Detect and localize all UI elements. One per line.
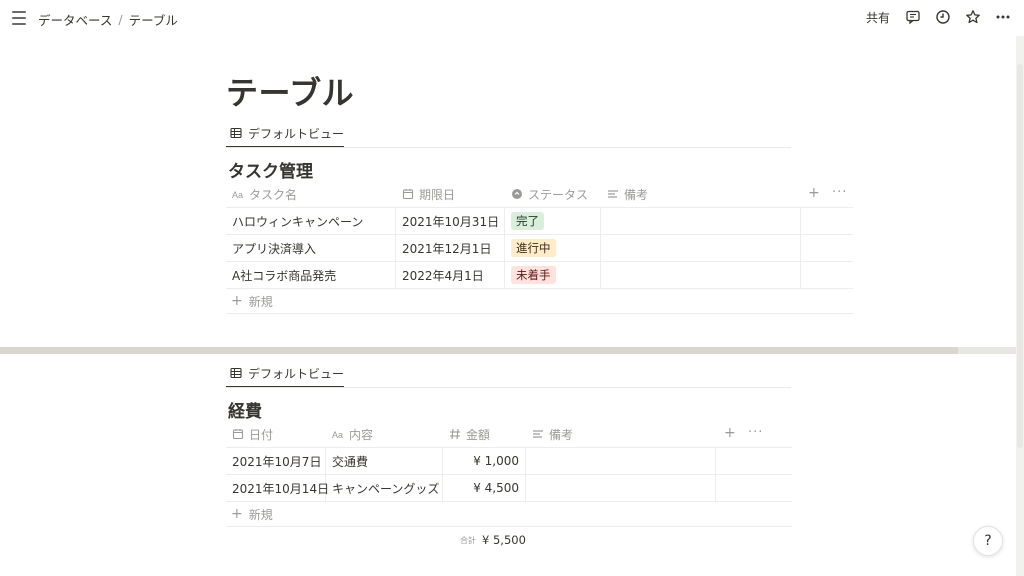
top-bar: データベース / テーブル 共有 xyxy=(0,0,1024,36)
table-header-row: Aa タスク名 期限日 ステータス 備考 + ··· xyxy=(226,181,853,208)
clock-icon[interactable] xyxy=(934,8,952,26)
calendar-icon xyxy=(232,428,244,440)
cell-content[interactable]: 交通費 xyxy=(326,448,443,474)
cell-content[interactable]: キャンペーングッズ xyxy=(326,475,443,501)
cell-name[interactable]: A社コラボ商品発売 xyxy=(226,262,396,288)
more-icon[interactable] xyxy=(994,8,1012,26)
view-tab-label: デフォルトビュー xyxy=(248,366,345,381)
text-property-icon: Aa xyxy=(232,188,244,200)
view-divider xyxy=(226,387,791,388)
column-header-due[interactable]: 期限日 xyxy=(396,181,505,207)
new-row-button[interactable]: + 新規 xyxy=(226,501,273,527)
column-header-date[interactable]: 日付 xyxy=(226,421,326,447)
cell-blank[interactable] xyxy=(716,448,792,474)
view-divider xyxy=(226,147,791,148)
cell-blank[interactable] xyxy=(801,208,853,234)
more-options-icon[interactable]: ··· xyxy=(832,185,847,200)
table-header-row: 日付 Aa 内容 金額 備考 + ··· xyxy=(226,421,792,448)
cell-note[interactable] xyxy=(526,475,716,501)
table-row[interactable]: 2021年10月7日 交通費 ¥ 1,000 xyxy=(226,448,792,475)
breadcrumb-item-database[interactable]: データベース xyxy=(38,10,112,29)
cell-name[interactable]: アプリ決済導入 xyxy=(226,235,396,261)
plus-icon: + xyxy=(231,506,243,522)
sum-label: 合計 xyxy=(460,535,476,545)
cell-note[interactable] xyxy=(601,208,801,234)
view-tab-label: デフォルトビュー xyxy=(248,126,345,141)
new-row-button[interactable]: + 新規 xyxy=(226,288,273,314)
breadcrumb: データベース / テーブル xyxy=(38,10,178,29)
cell-blank[interactable] xyxy=(801,235,853,261)
text-lines-icon xyxy=(532,428,544,440)
number-icon xyxy=(449,428,461,440)
star-icon[interactable] xyxy=(964,8,982,26)
text-lines-icon xyxy=(607,188,619,200)
table-icon xyxy=(230,127,242,139)
text-property-icon: Aa xyxy=(332,428,344,440)
cell-amount[interactable]: ¥ 1,000 xyxy=(443,448,526,474)
cell-note[interactable] xyxy=(526,448,716,474)
table-row[interactable]: 2021年10月14日 キャンペーングッズ ¥ 4,500 xyxy=(226,475,792,502)
status-icon xyxy=(511,188,523,200)
status-badge: 未着手 xyxy=(511,266,556,284)
cell-status[interactable]: 未着手 xyxy=(505,262,601,288)
comment-icon[interactable] xyxy=(904,8,922,26)
table-row[interactable]: アプリ決済導入 2021年12月1日 進行中 xyxy=(226,235,853,262)
cell-date[interactable]: 2021年10月7日 xyxy=(226,448,326,474)
section-divider xyxy=(0,347,958,354)
cell-name[interactable]: ハロウィンキャンペーン xyxy=(226,208,396,234)
status-badge: 進行中 xyxy=(511,239,556,257)
cell-date[interactable]: 2021年10月14日 xyxy=(226,475,329,501)
add-property-icon[interactable]: + xyxy=(808,185,820,201)
table-row[interactable]: A社コラボ商品発売 2022年4月1日 未着手 xyxy=(226,262,853,289)
cell-status[interactable]: 完了 xyxy=(505,208,601,234)
cell-due[interactable]: 2022年4月1日 xyxy=(396,262,505,288)
page-title[interactable]: テーブル xyxy=(226,68,354,114)
table-row[interactable]: ハロウィンキャンペーン 2021年10月31日 完了 xyxy=(226,208,853,235)
menu-icon[interactable] xyxy=(12,11,26,25)
help-button[interactable]: ? xyxy=(973,526,1003,556)
column-header-note[interactable]: 備考 xyxy=(601,181,801,207)
cell-blank[interactable] xyxy=(716,475,792,501)
more-options-icon[interactable]: ··· xyxy=(748,425,763,440)
view-tab-default-2[interactable]: デフォルトビュー xyxy=(226,360,348,388)
sum-calculation[interactable]: 合計 ¥ 5,500 xyxy=(460,533,526,547)
cell-note[interactable] xyxy=(601,262,801,288)
scrollbar-thumb[interactable] xyxy=(1017,64,1023,448)
add-property-icon[interactable]: + xyxy=(724,425,736,441)
svg-text:Aa: Aa xyxy=(232,190,243,200)
database-title-expenses[interactable]: 経費 xyxy=(228,397,262,422)
top-actions: 共有 xyxy=(866,8,1012,26)
cell-blank[interactable] xyxy=(801,262,853,288)
svg-text:Aa: Aa xyxy=(332,430,343,440)
sum-value: ¥ 5,500 xyxy=(482,533,526,547)
breadcrumb-separator: / xyxy=(118,12,123,27)
cell-amount[interactable]: ¥ 4,500 xyxy=(443,475,526,501)
share-button[interactable]: 共有 xyxy=(866,9,890,26)
column-header-note[interactable]: 備考 xyxy=(526,421,716,447)
column-header-content[interactable]: Aa 内容 xyxy=(326,421,443,447)
cell-due[interactable]: 2021年12月1日 xyxy=(396,235,505,261)
plus-icon: + xyxy=(231,293,243,309)
cell-due[interactable]: 2021年10月31日 xyxy=(396,208,505,234)
breadcrumb-item-table[interactable]: テーブル xyxy=(129,10,178,29)
section-divider-end xyxy=(958,347,1016,354)
calendar-icon xyxy=(402,188,414,200)
column-header-amount[interactable]: 金額 xyxy=(443,421,526,447)
cell-status[interactable]: 進行中 xyxy=(505,235,601,261)
view-tab-default[interactable]: デフォルトビュー xyxy=(226,120,348,148)
status-badge: 完了 xyxy=(511,212,544,230)
table-icon xyxy=(230,367,242,379)
column-header-name[interactable]: Aa タスク名 xyxy=(226,181,396,207)
database-title-tasks[interactable]: タスク管理 xyxy=(228,157,313,182)
column-header-status[interactable]: ステータス xyxy=(505,181,601,207)
cell-note[interactable] xyxy=(601,235,801,261)
